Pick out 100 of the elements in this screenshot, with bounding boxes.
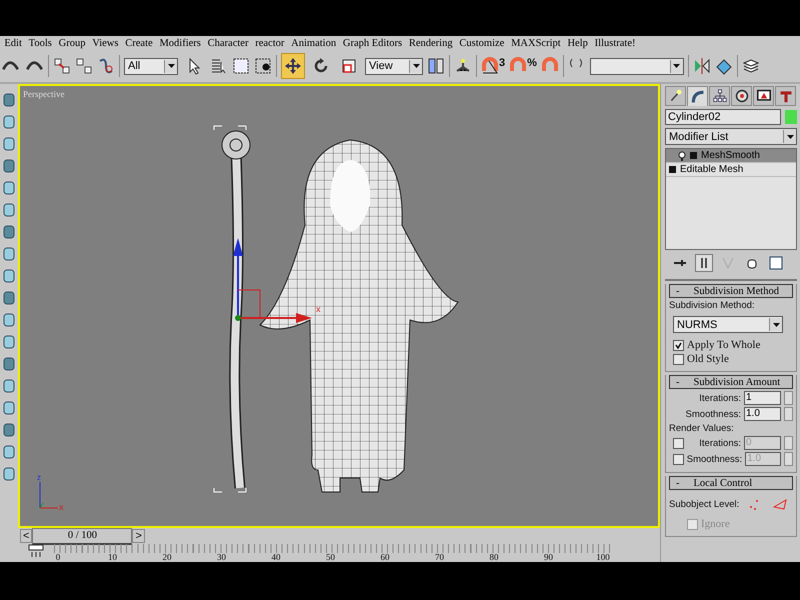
menu-item[interactable]: Animation [288,38,340,48]
hierarchy-icon[interactable] [712,89,726,103]
bent-pipe-icon[interactable] [690,90,704,104]
align-icon[interactable] [714,57,733,75]
pin-icon [673,259,687,267]
menu-item[interactable]: Create [122,38,156,48]
utilities-tab[interactable] [775,86,796,106]
snap-label: % [527,57,537,69]
spinner-arrows[interactable] [784,391,793,405]
frame-number: 20 [162,552,172,562]
field-label: Subobject Level: [669,498,740,510]
number-field[interactable]: 1 [744,391,781,405]
unlink-icon[interactable] [75,57,93,75]
display-tab[interactable] [753,86,774,106]
menu-item[interactable]: Edit [1,38,26,48]
selection-filter-dropdown[interactable]: All [124,58,178,74]
menu-item[interactable]: Modifiers [156,38,204,48]
axis-label: x [59,502,64,512]
create-tab[interactable] [665,86,686,106]
menu-item[interactable]: Rendering [405,38,456,48]
spinner-arrows[interactable] [784,407,793,421]
menu-item[interactable]: Customize [456,38,508,48]
pivot-icon[interactable] [427,57,445,75]
v-shape-icon [722,257,734,269]
light-bulb-icon [678,150,686,160]
modifier-list-dropdown[interactable]: Modifier List [665,128,797,145]
triangle-edge-icon[interactable] [773,498,788,510]
magnet-protractor-icon[interactable] [481,57,499,75]
window-crossing-icon[interactable] [254,57,272,75]
caret-icon [164,60,177,72]
caret-icon [670,60,683,72]
wheel-icon[interactable] [734,89,748,103]
menu-item[interactable]: Character [204,38,252,48]
frame-number: 60 [380,552,390,562]
field-label: Render Values: [669,423,735,434]
motion-tab[interactable] [731,86,752,106]
object-name-field[interactable]: Cylinder02 [665,109,781,125]
caret-icon [409,60,422,72]
axis-tripod-icon [40,482,58,508]
mirror-icon[interactable] [692,57,711,75]
rollout-header[interactable]: - Local Control [669,476,793,490]
menu-item[interactable]: Group [55,38,89,48]
viewport-label: Perspective [23,89,64,99]
object-color-swatch[interactable] [785,110,797,124]
frame-number: 70 [435,552,444,562]
frame-number: 80 [490,552,498,562]
modify-tab[interactable] [687,86,708,106]
bars-icon [700,257,708,269]
bind-icon[interactable] [97,57,115,75]
link-icon[interactable] [53,57,71,75]
frame-number: 40 [272,552,280,562]
stack-item[interactable]: MeshSmooth [666,149,796,163]
checkbox[interactable] [673,340,684,350]
monitor-icon[interactable] [756,89,770,103]
field-label: Subdivision Method: [669,300,756,311]
move-arrows-icon[interactable] [284,57,302,75]
spinner-label: Smoothness: [686,454,742,464]
move-tool[interactable] [281,53,305,79]
menu-item[interactable]: Views [88,38,122,48]
hammer-icon[interactable] [778,89,792,103]
select-by-name-icon[interactable] [210,57,228,75]
caret-icon [783,130,796,143]
magic-wand-icon[interactable] [668,89,682,103]
menu-item[interactable]: Graph Editors [339,38,406,48]
spinner-arrows[interactable] [784,452,793,466]
rollout-header[interactable]: - Subdivision Amount [669,375,793,389]
menu-item[interactable]: Tools [25,38,56,48]
menu-item[interactable]: Help [564,38,592,48]
caret-icon [769,318,782,331]
frame-number: 0 [56,552,60,562]
frame-number: 30 [217,552,226,562]
menu-item[interactable]: reactor [252,38,288,48]
rotate-icon[interactable] [312,57,330,75]
previous-frame-button[interactable]: < [20,529,32,543]
method-dropdown[interactable]: NURMS [673,316,783,333]
checkbox-label: Apply To Whole [687,339,760,351]
rollout-header[interactable]: - Subdivision Method [669,284,793,298]
checkbox[interactable] [673,354,684,364]
layers-icon[interactable] [742,57,760,75]
frame-number: 90 [544,552,553,562]
axis-label: x [316,304,320,314]
frame-number: 50 [326,552,335,562]
time-slider[interactable]: 0 / 100 [32,528,132,544]
show-end-result-button[interactable] [695,254,713,272]
menu-item[interactable]: MAXScript [508,38,564,48]
key-filter-icon[interactable] [28,544,44,558]
number-field[interactable]: 1.0 [744,407,781,421]
bin-icon [747,257,757,269]
scale-icon[interactable] [340,57,358,75]
hierarchy-tab[interactable] [709,86,730,106]
configure-button[interactable] [767,254,785,272]
next-frame-button[interactable]: > [132,529,145,543]
reference-coordinate-dropdown[interactable]: View [365,58,423,74]
frame-number: 100 [596,552,610,562]
menu-item[interactable]: Illustrate! [591,38,639,48]
spinner-arrows[interactable] [784,436,793,450]
stack-item[interactable]: Editable Mesh [666,163,796,177]
named-selection-field[interactable] [590,58,684,74]
frame-number: 10 [108,552,117,562]
dotted-rectangle-icon[interactable] [232,57,250,75]
